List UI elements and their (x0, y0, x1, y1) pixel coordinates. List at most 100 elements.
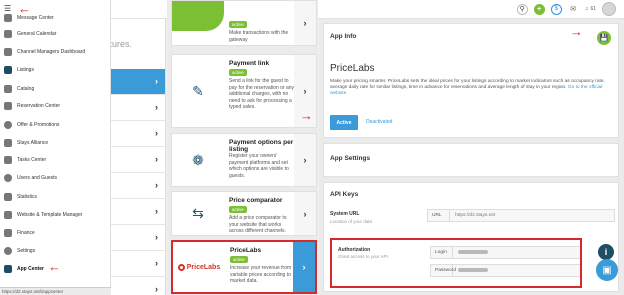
app-card-payment-options[interactable]: ❁ Payment options per listing Register y… (171, 133, 317, 187)
chevron-right-icon: › (155, 206, 158, 216)
card-description: Send a link for the guest to pay for the… (229, 78, 295, 110)
chevron-right-icon[interactable]: › (294, 134, 316, 186)
message-icon[interactable]: ✉ (568, 4, 579, 15)
chevron-right-icon: › (155, 128, 158, 138)
sidebar-item-settings[interactable]: Settings (0, 245, 111, 257)
app-card-pricelabs[interactable]: PriceLabs PriceLabs active Increase your… (171, 240, 317, 294)
card-title: PriceLabs (230, 247, 262, 254)
category-row[interactable]: › (111, 147, 165, 173)
chevron-right-icon[interactable]: › (294, 192, 316, 235)
price-comparator-icon: ⇆ (192, 205, 204, 221)
app-description: Make your pricing smarter. PriceLabs set… (330, 79, 605, 97)
sidebar-item-finance[interactable]: Finance (0, 227, 111, 239)
app-category-list: features. › › › › › › › › › (97, 19, 166, 295)
card-description: Add a price comparator to your website t… (229, 215, 287, 234)
card-description: Make transactions with the gateway (229, 30, 289, 43)
annotation-box-authorization (330, 238, 582, 288)
app-cards-column: active Make transactions with the gatewa… (167, 0, 318, 295)
avatar[interactable] (602, 2, 616, 16)
app-card-payment-link[interactable]: ✎ Payment link active Send a link for th… (171, 54, 317, 128)
chat-icon[interactable]: ▣ (596, 259, 618, 281)
card-description: Register your owners' payment platforms … (229, 153, 289, 179)
system-url-hint: Location of your data (330, 219, 373, 224)
statistics-icon (4, 193, 12, 201)
search-icon[interactable]: ⚲ (516, 3, 528, 15)
chevron-right-icon: › (155, 284, 158, 294)
bell-icon: ♫ (584, 6, 589, 12)
status-url-bar: https://d2.stays.net/i/appcenter (0, 287, 111, 295)
sidebar-item-tasks-center[interactable]: Tasks Center (0, 154, 111, 166)
chevron-right-icon: › (155, 76, 158, 86)
dashboard-icon (4, 48, 12, 56)
category-row[interactable]: › (111, 225, 165, 251)
system-url-field[interactable]: URL https://d2.stays.net (427, 209, 615, 222)
message-icon (4, 14, 12, 22)
pricelabs-logo-icon (177, 263, 185, 271)
sidebar-item-statistics[interactable]: Statistics (0, 191, 111, 203)
tasks-icon (4, 156, 12, 164)
chevron-right-icon: › (155, 102, 158, 112)
status-badge: active (229, 69, 247, 76)
status-badge: active (230, 256, 248, 263)
category-row[interactable]: › (111, 251, 165, 277)
users-icon (4, 174, 12, 182)
home-icon (4, 66, 12, 74)
pricelabs-logo: PriceLabs (173, 242, 225, 292)
annotation-arrow-left: ← (18, 1, 31, 16)
annotation-arrow-right: → (570, 24, 583, 39)
chevron-right-icon: › (155, 180, 158, 190)
payment-options-icon: ❁ (192, 151, 204, 168)
deactivated-button[interactable]: Deactivated (366, 119, 392, 125)
app-center-icon (4, 265, 12, 273)
calendar-icon (4, 30, 12, 38)
section-title: App Settings (330, 155, 371, 162)
app-card-price-comparator[interactable]: ⇆ Price comparator active Add a price co… (171, 191, 317, 236)
payment-link-icon: ✎ (192, 82, 204, 99)
category-row[interactable]: › (111, 121, 165, 147)
annotation-arrow-left: ← (48, 259, 61, 274)
card-title: Payment options per listing (229, 139, 294, 153)
sidebar-item-stays-alliance[interactable]: Stays Alliance (0, 137, 111, 149)
sidebar-item-users-guests[interactable]: Users and Guests (0, 172, 111, 184)
sidebar-item-offer-promotions[interactable]: Offer & Promotions (0, 119, 111, 131)
sidebar-item-reservation-center[interactable]: Reservation Center (0, 100, 111, 112)
gear-icon (4, 247, 12, 255)
sidebar-item-catalog[interactable]: Catalog (0, 83, 111, 95)
user-count[interactable]: ♫ 61 (585, 6, 596, 12)
offer-icon (4, 121, 12, 129)
chevron-right-icon: › (155, 154, 158, 164)
alliance-icon (4, 139, 12, 147)
section-title: App Info (330, 33, 357, 40)
dollar-icon[interactable]: $ (550, 3, 562, 15)
app-name: PriceLabs (330, 63, 375, 74)
chevron-right-icon: › (155, 258, 158, 268)
active-button[interactable]: Active (330, 115, 358, 130)
sidebar-item-website-template[interactable]: Website & Template Manager (0, 209, 111, 221)
system-url-label: System URL (330, 211, 360, 217)
card-title: Payment link (229, 60, 270, 67)
category-row[interactable]: › (111, 173, 165, 199)
card-description: Increase your revenue from variable pric… (230, 265, 292, 284)
section-title: API Keys (330, 191, 359, 198)
app-card-gateway[interactable]: active Make transactions with the gatewa… (171, 0, 317, 46)
plus-icon[interactable]: + (533, 3, 545, 15)
category-row[interactable]: › (111, 199, 165, 225)
sidebar-item-message-center[interactable]: Message Center (0, 12, 111, 24)
category-row[interactable]: › (111, 277, 165, 295)
finance-icon (4, 229, 12, 237)
category-row-active[interactable]: › (111, 69, 165, 95)
sidebar-menu: ☰ Message Center General Calendar Channe… (0, 0, 111, 295)
website-icon (4, 211, 12, 219)
annotation-arrow-right: → (300, 108, 313, 123)
status-badge: active (229, 21, 247, 28)
sidebar-item-general-calendar[interactable]: General Calendar (0, 28, 111, 40)
sidebar-item-channel-managers[interactable]: Channel Managers Dashboard (0, 46, 111, 58)
save-button[interactable]: 💾 (597, 31, 611, 45)
info-icon[interactable]: i (598, 244, 614, 260)
chevron-right-icon[interactable]: › (294, 1, 316, 45)
sidebar-item-listings[interactable]: Listings (0, 64, 111, 76)
status-badge: active (229, 206, 247, 213)
category-row[interactable]: › (111, 95, 165, 121)
app-info-section: App Info 💾 PriceLabs Make your pricing s… (323, 23, 619, 138)
chevron-right-icon[interactable]: › (293, 242, 315, 292)
